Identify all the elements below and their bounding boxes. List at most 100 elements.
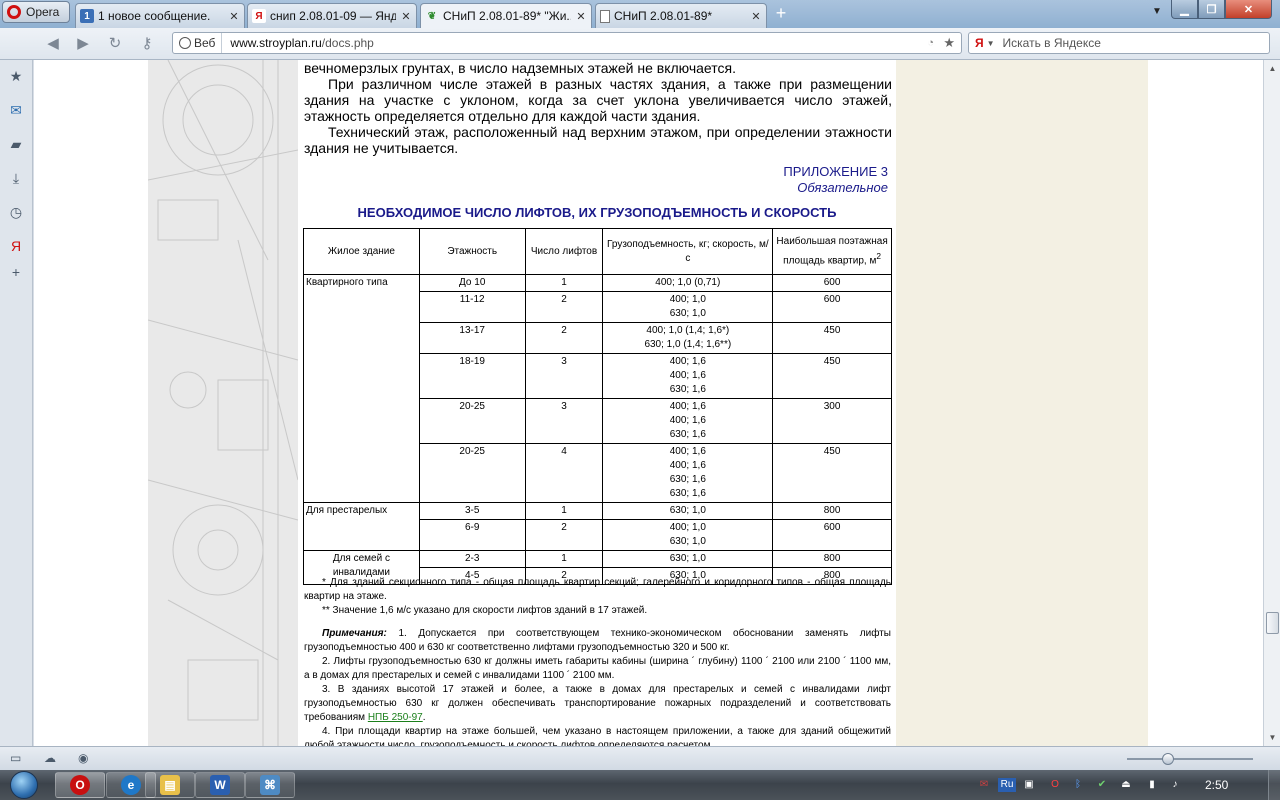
scrollbar-thumb[interactable] — [1266, 612, 1279, 634]
search-engine-dropdown-icon[interactable]: ▼ — [987, 39, 1003, 48]
turbo-cloud-icon[interactable]: ☁ — [44, 751, 56, 765]
tab-messages[interactable]: 1 1 новое сообщение. ✕ — [75, 3, 245, 28]
taskbar-explorer[interactable]: ▤ — [145, 772, 195, 798]
tab-title: СНиП 2.08.01-89* "Жи... — [443, 9, 571, 23]
col-header-area: Наибольшая поэтажная площадь квартир, м2 — [772, 228, 892, 275]
search-field[interactable]: Я ▼ Искать в Яндексе — [968, 32, 1270, 54]
speed-dial-icon[interactable]: ◉ — [78, 751, 88, 765]
volume-icon[interactable]: ♪ — [1168, 778, 1182, 792]
capacity-cell: 630; 1,0 — [602, 550, 774, 568]
panel-toggle-icon[interactable]: ▭ — [10, 751, 21, 765]
area-cell: 800 — [772, 502, 892, 520]
yandex-search-icon: Я — [975, 36, 984, 50]
col-header-lifts: Число лифтов — [524, 228, 604, 275]
footnote-area: * Для зданий секционного типа - общая пл… — [304, 577, 891, 602]
lifts-cell: 1 — [524, 274, 604, 292]
taskbar-clock[interactable]: 2:50 — [1205, 778, 1228, 792]
tab-menu-icon[interactable]: ▼ — [1152, 6, 1162, 17]
tab-snip-active[interactable]: ❦ СНиП 2.08.01-89* "Жи... ✕ — [420, 3, 592, 28]
close-window-button[interactable]: ✕ — [1225, 0, 1272, 19]
tray-mail-icon[interactable]: ✉ — [977, 778, 991, 792]
yandex-icon: Я — [252, 9, 266, 23]
capacity-cell: 400; 1,0 (0,71) — [602, 274, 774, 292]
area-cell: 600 — [772, 519, 892, 551]
zoom-slider-track[interactable] — [1127, 758, 1253, 760]
npb-link[interactable]: НПБ 250-97 — [368, 712, 423, 723]
paragraph-permafrost: вечномерзлых грунтах, в число надземных … — [304, 60, 736, 76]
page-viewport: вечномерзлых грунтах, в число надземных … — [34, 60, 1263, 746]
zoom-slider-knob[interactable] — [1162, 753, 1174, 765]
area-cell: 450 — [772, 322, 892, 354]
floors-cell: 3-5 — [418, 502, 526, 520]
close-tab-icon[interactable]: ✕ — [400, 10, 412, 23]
url-text[interactable]: www.stroyplan.ru/docs.php — [222, 36, 927, 50]
note-1: Примечания: 1. Допускается при соответст… — [304, 627, 891, 655]
floors-cell: 18-19 — [418, 353, 526, 399]
navigation-toolbar: ◀ ▶ ↻ ⚷ Веб www.stroyplan.ru/docs.php ◔ … — [0, 28, 1280, 60]
close-tab-icon[interactable]: ✕ — [575, 10, 587, 23]
lifts-cell: 1 — [524, 502, 604, 520]
area-cell: 450 — [772, 353, 892, 399]
lifts-cell: 3 — [524, 353, 604, 399]
usb-icon[interactable]: ⏏ — [1119, 778, 1133, 792]
appendix-title: ПРИЛОЖЕНИЕ 3 — [783, 164, 888, 179]
taskbar-network-app[interactable]: ⌘ — [245, 772, 295, 798]
start-button[interactable] — [6, 770, 44, 800]
floors-cell: 2-3 — [418, 550, 526, 568]
back-button[interactable]: ◀ — [42, 34, 64, 54]
note-3: 3. В зданиях высотой 17 этажей и более, … — [304, 683, 891, 725]
bookmark-star-icon[interactable]: ★ — [943, 35, 955, 51]
close-tab-icon[interactable]: ✕ — [228, 10, 240, 23]
forward-button[interactable]: ▶ — [72, 34, 94, 54]
taskbar-opera[interactable]: O — [55, 772, 105, 798]
yandex-panel-icon[interactable]: Я — [8, 238, 24, 254]
word-app-icon: W — [210, 775, 230, 795]
tab-yandex-search[interactable]: Я снип 2.08.01-09 — Янд... ✕ — [247, 3, 417, 28]
tray-check-icon[interactable]: ✔ — [1095, 778, 1109, 792]
floors-cell: До 10 — [418, 274, 526, 292]
tab-title: снип 2.08.01-09 — Янд... — [270, 9, 396, 23]
footnote-speed: ** Значение 1,6 м/с указано для скорости… — [322, 605, 648, 616]
opera-menu-button[interactable]: Opera — [2, 1, 70, 23]
tray-opera-icon[interactable]: O — [1048, 778, 1062, 792]
capacity-cell: 630; 1,0 — [602, 502, 774, 520]
scroll-up-icon[interactable]: ▲ — [1266, 64, 1279, 73]
mail-icon[interactable]: ✉ — [8, 102, 24, 118]
key-icon[interactable]: ⚷ — [136, 34, 158, 54]
rss-icon[interactable]: ◔ — [927, 37, 939, 49]
vertical-scrollbar[interactable]: ▲ ▼ — [1263, 60, 1280, 746]
bluetooth-icon[interactable]: ᛒ — [1071, 778, 1085, 792]
close-tab-icon[interactable]: ✕ — [750, 10, 762, 23]
area-cell: 600 — [772, 274, 892, 292]
language-indicator[interactable]: Ru — [998, 778, 1016, 792]
area-cell: 600 — [772, 291, 892, 323]
tray-clipboard-icon[interactable]: ▣ — [1022, 778, 1036, 792]
new-tab-button[interactable]: + — [771, 4, 791, 23]
blueprint-background — [148, 60, 298, 746]
windows-orb-icon — [10, 771, 38, 799]
taskbar-word[interactable]: W — [195, 772, 245, 798]
downloads-icon[interactable]: ⤓ — [8, 170, 24, 186]
scroll-down-icon[interactable]: ▼ — [1266, 733, 1279, 742]
history-clock-icon[interactable]: ◷ — [8, 204, 24, 220]
notes-icon[interactable]: ▰ — [8, 136, 24, 152]
opera-logo-icon — [7, 5, 21, 19]
note-2: 2. Лифты грузоподъемностью 630 кг должны… — [304, 656, 891, 681]
maximize-button[interactable]: ❐ — [1198, 0, 1225, 19]
network-signal-icon[interactable]: ▮ — [1145, 778, 1159, 792]
paragraph-technical-floor: Технический этаж, расположенный над верх… — [304, 124, 892, 156]
capacity-cell: 400; 1,6 400; 1,6 630; 1,6 — [602, 398, 774, 444]
bookmarks-star-icon[interactable]: ★ — [8, 68, 24, 84]
reload-button[interactable]: ↻ — [104, 34, 126, 54]
notes-label: Примечания: — [322, 628, 387, 639]
tab-snip[interactable]: СНиП 2.08.01-89* ✕ — [595, 3, 767, 28]
table-row: Квартирного типа До 10 1 400; 1,0 (0,71)… — [303, 274, 892, 503]
floors-cell: 13-17 — [418, 322, 526, 354]
tab-title: СНиП 2.08.01-89* — [614, 9, 713, 23]
web-badge[interactable]: Веб — [173, 33, 223, 53]
show-desktop-button[interactable] — [1268, 770, 1280, 800]
minimize-button[interactable]: ▁ — [1171, 0, 1198, 19]
floors-cell: 20-25 — [418, 398, 526, 444]
add-panel-icon[interactable]: + — [8, 264, 24, 280]
address-bar[interactable]: Веб www.stroyplan.ru/docs.php ◔ ★ — [172, 32, 962, 54]
